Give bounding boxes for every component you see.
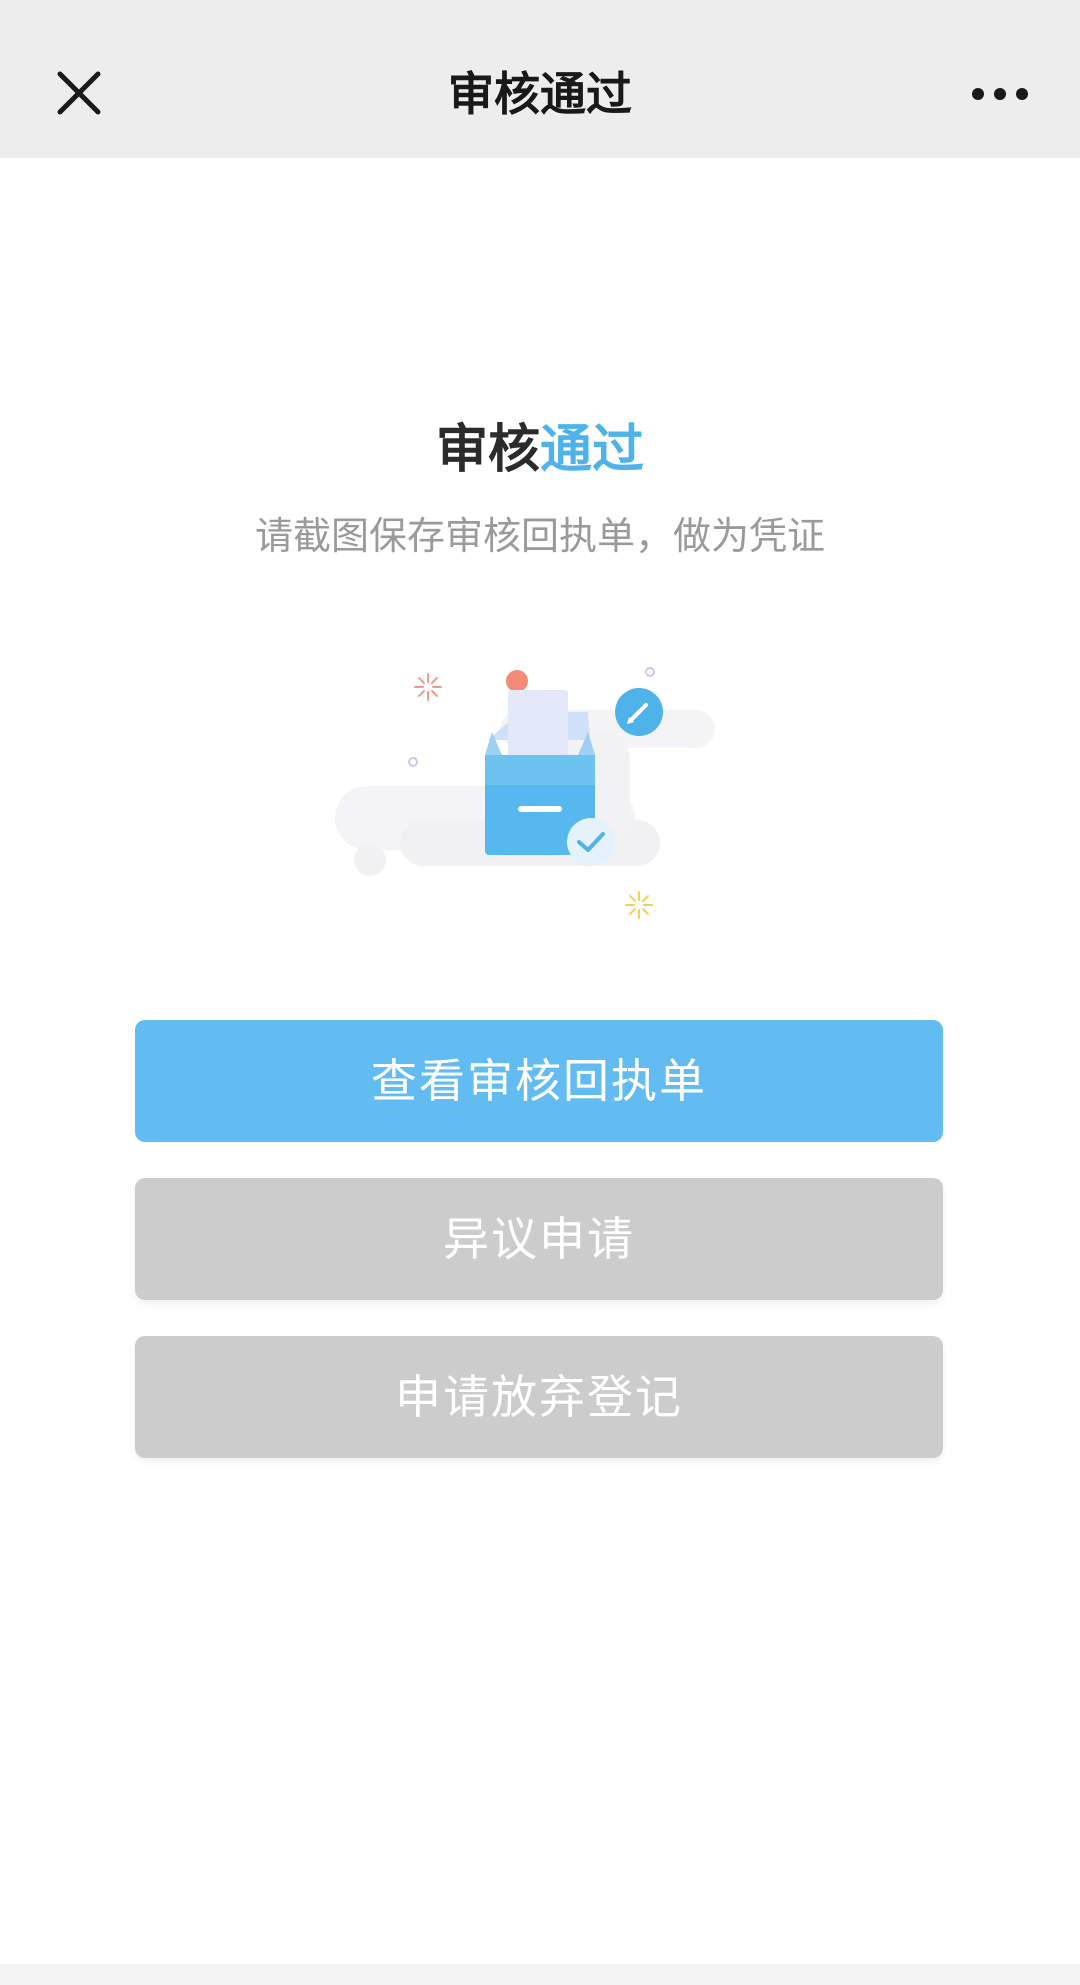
- abandon-registration-button[interactable]: 申请放弃登记: [135, 1336, 943, 1458]
- status-heading: 审核通过: [0, 412, 1080, 488]
- close-icon: [57, 71, 101, 115]
- sparkle-icon: [414, 673, 442, 701]
- more-button[interactable]: [960, 74, 1060, 114]
- bottom-strip: [0, 1964, 1080, 1985]
- objection-button[interactable]: 异议申请: [135, 1178, 943, 1300]
- status-heading-part1: 审核: [435, 420, 540, 480]
- nav-title: 审核通过: [448, 67, 632, 121]
- close-button[interactable]: [44, 58, 114, 128]
- more-horizontal-icon: [972, 88, 1028, 100]
- nav-bar: 审核通过: [0, 0, 1080, 158]
- view-receipt-button[interactable]: 查看审核回执单: [135, 1020, 943, 1142]
- status-subtitle: 请截图保存审核回执单，做为凭证: [254, 514, 825, 558]
- status-heading-part2: 通过: [540, 420, 645, 480]
- approved-box-illustration: [320, 650, 740, 930]
- page: 审核通过 审核通过 请截图保存审核回执单，做为凭证 查看审核回执单 异议申请 申…: [0, 0, 1080, 1985]
